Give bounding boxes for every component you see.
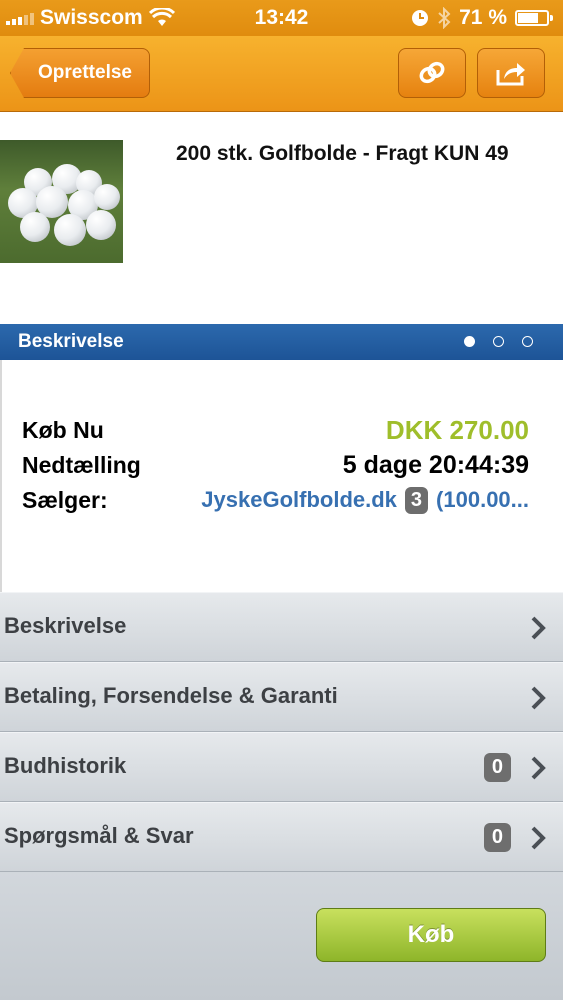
bluetooth-icon xyxy=(438,7,451,29)
menu-item-label: Betaling, Forsendelse & Garanti xyxy=(4,683,338,708)
page-dot[interactable] xyxy=(493,336,504,347)
countdown-label: Nedtælling xyxy=(22,451,141,478)
product-image[interactable] xyxy=(0,140,123,263)
bottom-bar: Køb xyxy=(0,872,563,1000)
alarm-clock-icon xyxy=(412,10,429,26)
status-bar: Swisscom 13:42 71 % xyxy=(0,0,563,36)
menu-item-label: Budhistorik xyxy=(4,753,127,778)
link-icon xyxy=(419,61,445,84)
product-title: 200 stk. Golfbolde - Fragt KUN 49 xyxy=(176,142,509,165)
buy-button[interactable]: Køb xyxy=(316,908,546,962)
back-button[interactable]: Oprettelse xyxy=(10,48,150,98)
product-header: 200 stk. Golfbolde - Fragt KUN 49 xyxy=(0,112,563,324)
menu-item-description[interactable]: Beskrivelse xyxy=(0,592,563,662)
menu-item-questions-answers[interactable]: Spørgsmål & Svar 0 xyxy=(0,802,563,872)
share-icon xyxy=(496,63,525,86)
seller-link[interactable]: JyskeGolfbolde.dk 3 (100.00... xyxy=(201,486,529,514)
menu-item-label: Beskrivelse xyxy=(4,613,127,638)
seller-feedback[interactable]: (100.00... xyxy=(436,487,529,513)
count-badge: 0 xyxy=(483,823,511,852)
countdown-row: Nedtælling 5 dage 20:44:39 xyxy=(22,448,529,482)
page-indicator[interactable] xyxy=(464,336,533,347)
price: DKK 270.00 xyxy=(385,414,529,445)
chevron-right-icon xyxy=(531,686,546,710)
seller-row: Sælger: JyskeGolfbolde.dk 3 (100.00... xyxy=(22,483,529,517)
countdown-value: 5 dage 20:44:39 xyxy=(342,450,529,479)
link-button[interactable] xyxy=(398,48,466,98)
menu-item-bid-history[interactable]: Budhistorik 0 xyxy=(0,732,563,802)
section-header: Beskrivelse xyxy=(0,324,563,360)
status-right: 71 % xyxy=(411,6,553,30)
page-dot[interactable] xyxy=(522,336,533,347)
count-badge: 0 xyxy=(483,753,511,782)
navigation-bar: Oprettelse xyxy=(0,36,563,112)
battery-icon xyxy=(515,10,553,26)
chevron-right-icon xyxy=(531,826,546,850)
detail-menu: Beskrivelse Betaling, Forsendelse & Gara… xyxy=(0,592,563,872)
share-button[interactable] xyxy=(477,48,545,98)
seller-rating-badge: 3 xyxy=(404,486,429,514)
seller-label: Sælger: xyxy=(22,486,108,513)
battery-percent: 71 % xyxy=(459,6,507,29)
chevron-right-icon xyxy=(531,756,546,780)
menu-item-label: Spørgsmål & Svar xyxy=(4,823,194,848)
seller-name[interactable]: JyskeGolfbolde.dk xyxy=(201,487,397,513)
buy-now-row: Køb Nu DKK 270.00 xyxy=(22,413,529,447)
section-title: Beskrivelse xyxy=(18,331,124,352)
page-dot[interactable] xyxy=(464,336,475,347)
buy-now-label: Køb Nu xyxy=(22,416,104,443)
listing-info: Køb Nu DKK 270.00 Nedtælling 5 dage 20:4… xyxy=(0,360,563,592)
menu-item-payment-shipping[interactable]: Betaling, Forsendelse & Garanti xyxy=(0,662,563,732)
chevron-right-icon xyxy=(531,616,546,640)
